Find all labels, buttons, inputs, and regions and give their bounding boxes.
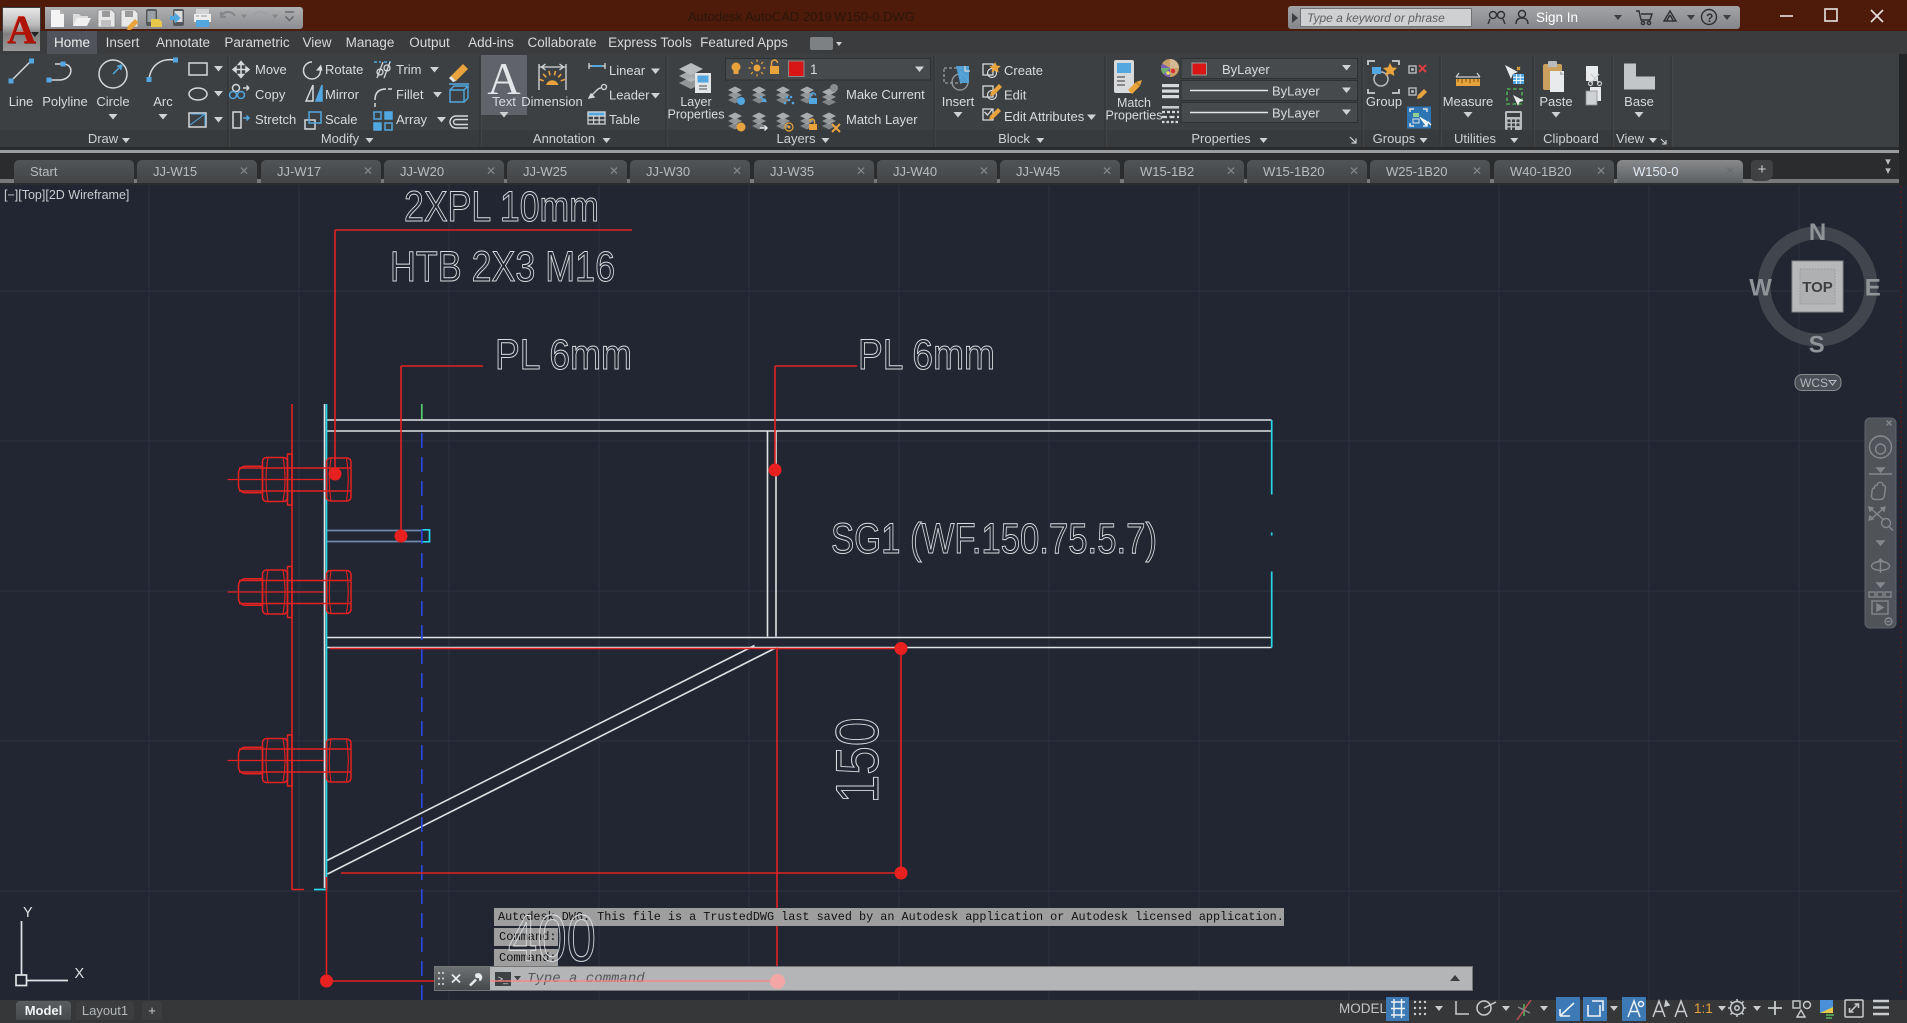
- svg-text:SG1 (WF.150.75.5.7): SG1 (WF.150.75.5.7): [831, 515, 1157, 563]
- svg-text:Arc: Arc: [153, 94, 173, 109]
- svg-text:Group: Group: [1366, 94, 1402, 109]
- svg-text:Annotation: Annotation: [533, 131, 595, 146]
- svg-text:ByLayer: ByLayer: [1222, 62, 1270, 77]
- svg-text:PL 6mm: PL 6mm: [858, 331, 995, 379]
- svg-text:Edit Attributes: Edit Attributes: [1004, 109, 1085, 124]
- svg-text:Table: Table: [609, 112, 640, 127]
- svg-text:View: View: [1616, 131, 1645, 146]
- svg-text:W: W: [1749, 275, 1772, 302]
- svg-text:Trim: Trim: [396, 62, 422, 77]
- svg-text:Properties: Properties: [1106, 109, 1163, 123]
- svg-text:Text: Text: [492, 94, 516, 109]
- svg-text:ByLayer: ByLayer: [1272, 84, 1320, 99]
- svg-text:Dimension: Dimension: [521, 94, 582, 109]
- svg-text:Leader: Leader: [609, 88, 650, 103]
- svg-text:Edit: Edit: [1004, 88, 1027, 103]
- svg-text:Block: Block: [998, 131, 1030, 146]
- svg-text:Properties: Properties: [1191, 131, 1251, 146]
- svg-text:PL 6mm: PL 6mm: [495, 331, 632, 379]
- svg-text:Scale: Scale: [325, 112, 358, 127]
- svg-text:Rotate: Rotate: [325, 62, 363, 77]
- svg-text:E: E: [1865, 275, 1881, 302]
- svg-text:1:1: 1:1: [1694, 1001, 1713, 1016]
- svg-text:Move: Move: [255, 62, 287, 77]
- svg-text:TOP: TOP: [1802, 279, 1833, 296]
- svg-text:1: 1: [810, 62, 818, 77]
- svg-text:Modify: Modify: [321, 131, 360, 146]
- svg-text:Match Layer: Match Layer: [846, 112, 918, 127]
- svg-text:Linear: Linear: [609, 63, 646, 78]
- svg-text:Circle: Circle: [96, 94, 129, 109]
- svg-text:ByLayer: ByLayer: [1272, 106, 1320, 121]
- svg-text:X: X: [75, 966, 85, 982]
- svg-text:?: ?: [1706, 11, 1713, 25]
- svg-text:S: S: [1809, 332, 1825, 359]
- svg-text:Utilities: Utilities: [1454, 131, 1496, 146]
- svg-text:Insert: Insert: [942, 94, 975, 109]
- svg-text:Array: Array: [396, 112, 428, 127]
- svg-text:HTB 2X3 M16: HTB 2X3 M16: [390, 243, 615, 291]
- svg-text:Polyline: Polyline: [42, 94, 88, 109]
- svg-text:MODEL: MODEL: [1339, 1001, 1388, 1016]
- svg-text:Stretch: Stretch: [255, 112, 296, 127]
- svg-text:Measure: Measure: [1443, 94, 1494, 109]
- svg-text:Copy: Copy: [255, 87, 286, 102]
- svg-text:400: 400: [508, 901, 596, 970]
- svg-text:Draw: Draw: [88, 131, 119, 146]
- svg-text:150: 150: [824, 718, 891, 804]
- svg-text:Base: Base: [1624, 94, 1654, 109]
- svg-text:Sign In: Sign In: [1536, 10, 1578, 25]
- svg-text:Paste: Paste: [1539, 94, 1572, 109]
- svg-text:Fillet: Fillet: [396, 87, 424, 102]
- svg-text:Properties: Properties: [668, 108, 725, 122]
- svg-text:Line: Line: [9, 94, 34, 109]
- svg-text:N: N: [1809, 219, 1826, 246]
- svg-text:Groups: Groups: [1373, 131, 1416, 146]
- svg-text:Make Current: Make Current: [846, 87, 925, 102]
- svg-text:Y: Y: [23, 905, 33, 921]
- svg-text:2XPL 10mm: 2XPL 10mm: [404, 183, 599, 231]
- svg-text:Layers: Layers: [776, 131, 816, 146]
- svg-text:Clipboard: Clipboard: [1543, 131, 1599, 146]
- svg-text:WCS: WCS: [1800, 376, 1828, 390]
- svg-text:Mirror: Mirror: [325, 87, 360, 102]
- svg-text:Create: Create: [1004, 63, 1043, 78]
